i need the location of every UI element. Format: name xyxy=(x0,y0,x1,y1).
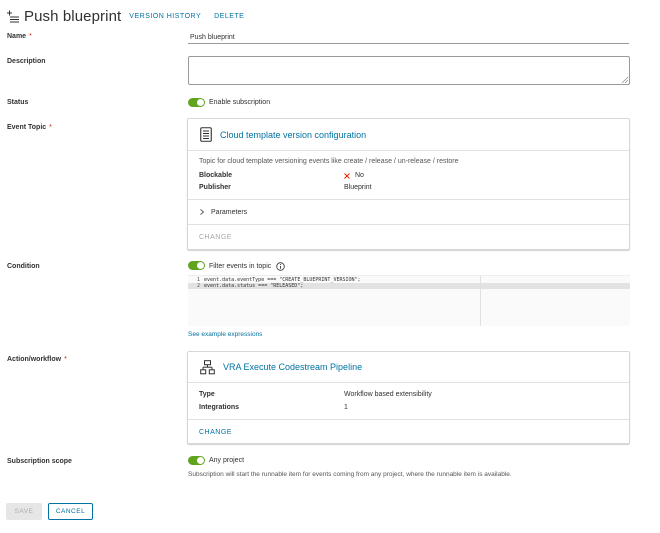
status-label: Status xyxy=(7,99,29,106)
x-icon xyxy=(344,172,350,179)
required-mark: * xyxy=(49,124,52,131)
name-input[interactable]: Push blueprint xyxy=(188,31,629,44)
description-label: Description xyxy=(7,58,46,65)
filter-events-toggle[interactable] xyxy=(188,261,205,270)
action-card-header: VRA Execute Codestream Pipeline xyxy=(188,352,629,383)
name-label: Name * xyxy=(7,33,32,40)
condition-label: Condition xyxy=(7,263,40,270)
event-topic-card: Cloud template version configuration Top… xyxy=(187,118,630,250)
code-line: 2 event.data.status === "RELEASED"; xyxy=(188,283,630,289)
integrations-label: Integrations xyxy=(199,404,240,411)
event-topic-change-row: CHANGE xyxy=(188,225,629,249)
workflow-icon xyxy=(200,359,215,374)
event-topic-title[interactable]: Cloud template version configuration xyxy=(220,130,366,140)
description-textarea[interactable] xyxy=(188,56,630,85)
save-button[interactable]: SAVE xyxy=(6,503,42,520)
action-change-button[interactable]: CHANGE xyxy=(199,429,232,436)
subscription-icon xyxy=(7,10,19,23)
parameters-label: Parameters xyxy=(211,208,248,216)
blockable-label: Blockable xyxy=(199,172,233,179)
scope-help-text: Subscription will start the runnable ite… xyxy=(188,471,512,478)
action-title[interactable]: VRA Execute Codestream Pipeline xyxy=(223,362,362,372)
delete-link[interactable]: DELETE xyxy=(214,13,244,20)
condition-code-editor[interactable]: 1 event.data.eventType === "CREATE_BLUEPR… xyxy=(188,275,630,326)
subscription-scope-label: Subscription scope xyxy=(7,458,72,465)
chevron-right-icon xyxy=(200,209,205,215)
info-icon[interactable] xyxy=(276,262,285,271)
integrations-value: 1 xyxy=(344,404,348,411)
enable-subscription-label: Enable subscription xyxy=(209,99,271,106)
event-topic-card-header: Cloud template version configuration xyxy=(188,119,629,151)
publisher-label: Publisher xyxy=(199,184,231,191)
page-title: Push blueprint xyxy=(24,7,122,25)
blockable-value: No xyxy=(344,172,364,179)
example-expressions-link[interactable]: See example expressions xyxy=(188,331,262,338)
parameters-expander[interactable]: Parameters xyxy=(188,200,629,225)
type-value: Workflow based extensibility xyxy=(344,391,432,398)
any-project-label: Any project xyxy=(209,457,245,464)
document-icon xyxy=(200,127,212,142)
action-workflow-label: Action/workflow * xyxy=(7,356,67,363)
publisher-value: Blueprint xyxy=(344,184,372,191)
event-topic-change-button[interactable]: CHANGE xyxy=(199,234,232,241)
event-topic-description: Topic for cloud template versioning even… xyxy=(199,158,459,165)
enable-subscription-toggle[interactable] xyxy=(188,98,205,107)
page-header: Push blueprint VERSION HISTORY DELETE xyxy=(6,6,257,26)
required-mark: * xyxy=(64,356,67,363)
action-workflow-card: VRA Execute Codestream Pipeline Type Wor… xyxy=(187,351,630,444)
action-change-row: CHANGE xyxy=(188,420,629,444)
action-details: Type Workflow based extensibility Integr… xyxy=(188,383,629,420)
editor-ruler xyxy=(480,276,481,326)
version-history-link[interactable]: VERSION HISTORY xyxy=(129,13,201,20)
any-project-toggle[interactable] xyxy=(188,456,205,465)
event-topic-details: Topic for cloud template versioning even… xyxy=(188,151,629,200)
required-mark: * xyxy=(29,33,32,40)
filter-events-label: Filter events in topic xyxy=(209,262,285,271)
resize-grip-icon[interactable] xyxy=(622,77,628,83)
cancel-button[interactable]: CANCEL xyxy=(48,503,93,520)
event-topic-label: Event Topic * xyxy=(7,124,52,131)
type-label: Type xyxy=(199,391,215,398)
